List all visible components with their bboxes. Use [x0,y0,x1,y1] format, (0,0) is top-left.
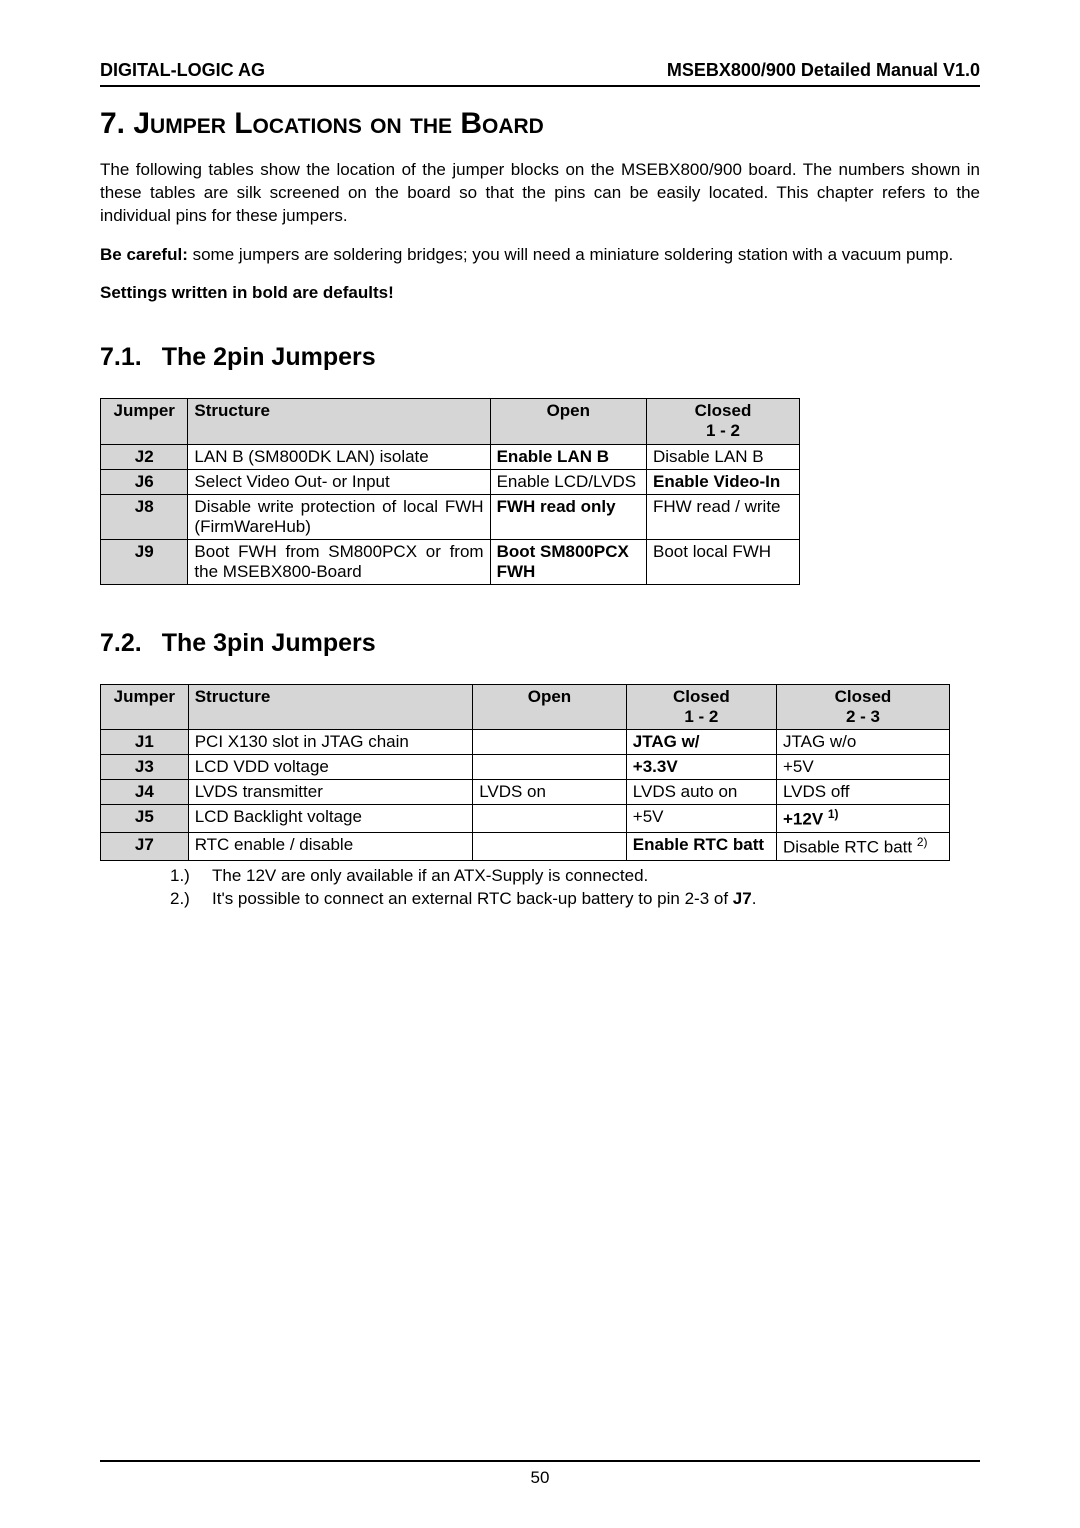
col-open: Open [490,398,646,444]
cell-closed-12: +5V [626,805,776,833]
defaults-note: Settings written in bold are defaults! [100,283,980,303]
cell-jumper: J3 [101,755,189,780]
cell-structure: LAN B (SM800DK LAN) isolate [188,444,490,469]
cell-jumper: J2 [101,444,188,469]
cell-open: FWH read only [490,494,646,539]
cell-closed-12: Enable RTC batt [626,832,776,860]
intro-paragraph-2: Be careful: some jumpers are soldering b… [100,244,980,267]
chapter-heading: 7. Jumper Locations on the Board [100,107,980,141]
cell-closed-23: LVDS off [776,780,949,805]
cell-structure: LCD VDD voltage [188,755,472,780]
cell-closed-23: JTAG w/o [776,730,949,755]
table-row: J5LCD Backlight voltage +5V+12V 1) [101,805,950,833]
chapter-number: 7. [100,107,125,140]
cell-structure: PCI X130 slot in JTAG chain [188,730,472,755]
cell-structure: RTC enable / disable [188,832,472,860]
table-row: J1PCI X130 slot in JTAG chain JTAG w/JTAG… [101,730,950,755]
cell-closed: Enable Video-In [647,469,800,494]
section-title-3pin: The 3pin Jumpers [162,629,376,657]
col-closed-23: Closed2 - 3 [776,684,949,730]
section-number-3pin: 7.2. [100,629,142,657]
col-closed: Closed1 - 2 [647,398,800,444]
cell-open [473,755,627,780]
col-structure: Structure [188,398,490,444]
cell-jumper: J4 [101,780,189,805]
col-structure: Structure [188,684,472,730]
table-header-row: Jumper Structure Open Closed1 - 2 [101,398,800,444]
col-closed-12: Closed1 - 2 [626,684,776,730]
section-2pin: 7.1. The 2pin Jumpers Jumper Structure Op… [100,343,980,585]
table-row: J3LCD VDD voltage +3.3V+5V [101,755,950,780]
table-header-row: Jumper Structure Open Closed1 - 2 Closed… [101,684,950,730]
cell-open [473,805,627,833]
cell-structure: Disable write protection of local FWH (F… [188,494,490,539]
footnote-text: It's possible to connect an external RTC… [212,888,756,911]
footnotes: 1.)The 12V are only available if an ATX-… [170,865,980,911]
section-3pin: 7.2. The 3pin Jumpers Jumper Structure Op… [100,629,980,911]
cell-jumper: J6 [101,469,188,494]
cell-jumper: J5 [101,805,189,833]
header-doc-title: MSEBX800/900 Detailed Manual V1.0 [667,60,980,81]
cell-closed-23: +5V [776,755,949,780]
table-row: J7RTC enable / disable Enable RTC battDis… [101,832,950,860]
footnote-marker: 1.) [170,865,212,888]
cell-closed: Boot local FWH [647,539,800,584]
section-title-2pin: The 2pin Jumpers [162,343,376,371]
table-row: J9Boot FWH from SM800PCX or from the MSE… [101,539,800,584]
chapter-title: Jumper Locations on the Board [133,107,543,140]
cell-structure: LVDS transmitter [188,780,472,805]
cell-closed-23: Disable RTC batt 2) [776,832,949,860]
page-number: 50 [100,1460,980,1488]
footnote: 2.)It's possible to connect an external … [170,888,980,911]
cell-open: Enable LAN B [490,444,646,469]
cell-jumper: J1 [101,730,189,755]
cell-closed-23: +12V 1) [776,805,949,833]
header-company: DIGITAL-LOGIC AG [100,60,265,81]
col-open: Open [473,684,627,730]
cell-closed-12: JTAG w/ [626,730,776,755]
table-row: J6Select Video Out- or InputEnable LCD/L… [101,469,800,494]
page-header: DIGITAL-LOGIC AG MSEBX800/900 Detailed M… [100,60,980,87]
page: DIGITAL-LOGIC AG MSEBX800/900 Detailed M… [0,0,1080,1528]
cell-jumper: J7 [101,832,189,860]
cell-open: LVDS on [473,780,627,805]
table-row: J8Disable write protection of local FWH … [101,494,800,539]
table-3pin: Jumper Structure Open Closed1 - 2 Closed… [100,684,950,861]
cell-closed-12: +3.3V [626,755,776,780]
footnote-marker: 2.) [170,888,212,911]
col-jumper: Jumper [101,684,189,730]
cell-open [473,730,627,755]
col-jumper: Jumper [101,398,188,444]
table-2pin: Jumper Structure Open Closed1 - 2 J2LAN … [100,398,800,585]
cell-closed-12: LVDS auto on [626,780,776,805]
table-row: J4LVDS transmitterLVDS onLVDS auto onLVD… [101,780,950,805]
cell-open [473,832,627,860]
footnote-text: The 12V are only available if an ATX-Sup… [212,865,648,888]
intro-warning-text: some jumpers are soldering bridges; you … [188,245,953,264]
cell-jumper: J8 [101,494,188,539]
section-number-2pin: 7.1. [100,343,142,371]
footnote: 1.)The 12V are only available if an ATX-… [170,865,980,888]
cell-structure: Boot FWH from SM800PCX or from the MSEBX… [188,539,490,584]
table-row: J2LAN B (SM800DK LAN) isolateEnable LAN … [101,444,800,469]
intro-warning-prefix: Be careful: [100,245,188,264]
cell-closed: Disable LAN B [647,444,800,469]
cell-open: Enable LCD/LVDS [490,469,646,494]
cell-structure: Select Video Out- or Input [188,469,490,494]
intro-paragraph-1: The following tables show the location o… [100,159,980,228]
section-heading-3pin: 7.2. The 3pin Jumpers [100,629,980,658]
cell-jumper: J9 [101,539,188,584]
cell-open: Boot SM800PCX FWH [490,539,646,584]
cell-closed: FHW read / write [647,494,800,539]
cell-structure: LCD Backlight voltage [188,805,472,833]
section-heading-2pin: 7.1. The 2pin Jumpers [100,343,980,372]
